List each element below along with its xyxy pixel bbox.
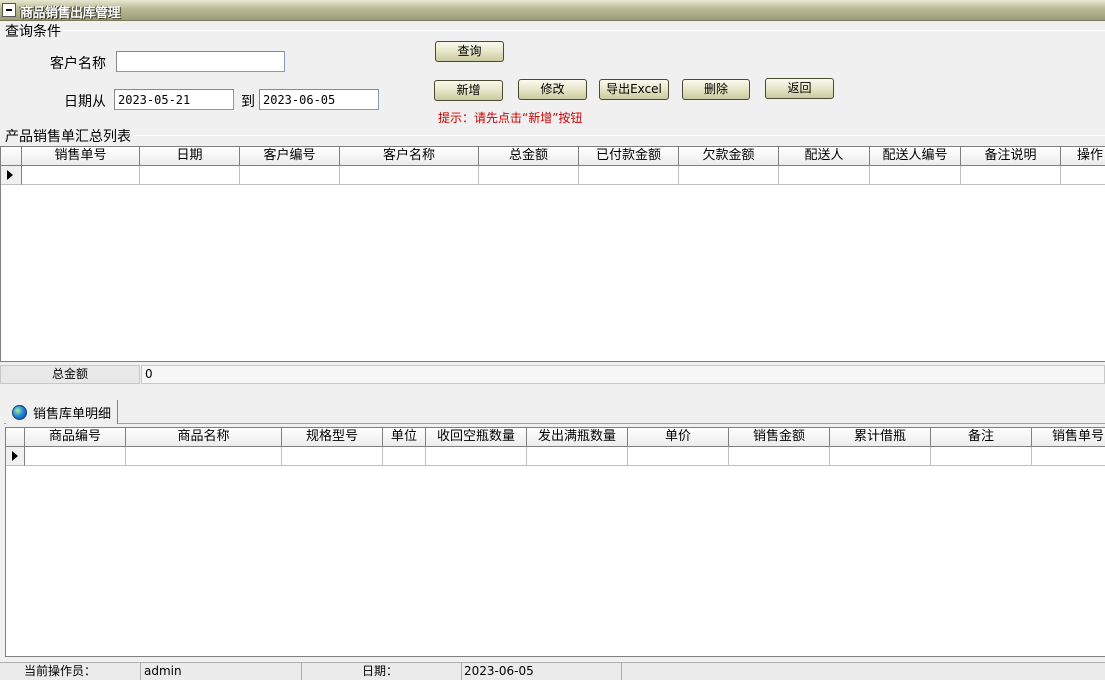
export-excel-button[interactable]: 导出Excel <box>599 79 669 100</box>
column-header[interactable]: 单位 <box>383 428 426 447</box>
row-indicator <box>6 447 25 466</box>
table-cell[interactable] <box>1061 166 1105 185</box>
hint-text: 提示：请先点击“新增”按钮 <box>438 111 583 125</box>
customer-name-input[interactable] <box>116 51 285 72</box>
delete-button[interactable]: 删除 <box>682 79 750 100</box>
table-cell[interactable] <box>729 447 830 466</box>
query-group-title: 查询条件 <box>5 21 63 41</box>
column-header[interactable]: 客户名称 <box>340 147 479 166</box>
column-header[interactable]: 销售金额 <box>729 428 830 447</box>
table-cell[interactable] <box>383 447 426 466</box>
summary-group-title: 产品销售单汇总列表 <box>5 126 133 146</box>
table-row[interactable] <box>1 166 1105 185</box>
table-cell[interactable] <box>140 166 240 185</box>
column-header[interactable]: 备注 <box>931 428 1032 447</box>
table-cell[interactable] <box>22 166 140 185</box>
table-cell[interactable] <box>240 166 340 185</box>
table-cell[interactable] <box>340 166 479 185</box>
column-header[interactable]: 备注说明 <box>961 147 1061 166</box>
table-cell[interactable] <box>25 447 126 466</box>
status-spacer <box>622 663 1105 680</box>
column-header[interactable]: 商品编号 <box>25 428 126 447</box>
table-cell[interactable] <box>961 166 1061 185</box>
table-cell[interactable] <box>426 447 527 466</box>
operator-label: 当前操作员： <box>0 663 141 680</box>
column-header[interactable]: 销售单号 <box>22 147 140 166</box>
table-cell[interactable] <box>628 447 729 466</box>
status-date-value: 2023-06-05 <box>462 663 622 680</box>
detail-grid-corner <box>6 428 25 447</box>
table-row[interactable] <box>6 447 1105 466</box>
detail-tabstrip: 销售库单明细 <box>4 400 1105 424</box>
date-from-input[interactable] <box>114 89 234 110</box>
date-from-label: 日期从 <box>64 94 106 110</box>
total-amount-label: 总金额 <box>0 365 140 384</box>
title-bar: 商品销售出库管理 <box>0 0 1105 21</box>
detail-grid-header: 商品编号 商品名称 规格型号 单位 收回空瓶数量 发出满瓶数量 单价 销售金额 … <box>6 428 1105 447</box>
column-header[interactable]: 客户编号 <box>240 147 340 166</box>
query-group-border <box>62 30 1105 31</box>
column-header[interactable]: 配送人 <box>779 147 870 166</box>
tab-label: 销售库单明细 <box>33 406 112 422</box>
column-header[interactable]: 发出满瓶数量 <box>527 428 628 447</box>
table-cell[interactable] <box>579 166 679 185</box>
operator-value: admin <box>141 663 302 680</box>
column-header[interactable]: 商品名称 <box>126 428 282 447</box>
table-cell[interactable] <box>679 166 779 185</box>
table-cell[interactable] <box>830 447 931 466</box>
column-header[interactable]: 收回空瓶数量 <box>426 428 527 447</box>
table-cell[interactable] <box>126 447 282 466</box>
query-button[interactable]: 查询 <box>435 41 504 62</box>
status-bar: 当前操作员： admin 日期： 2023-06-05 <box>0 662 1105 680</box>
date-to-label: 到 <box>241 94 255 110</box>
table-cell[interactable] <box>931 447 1032 466</box>
table-cell[interactable] <box>870 166 961 185</box>
column-header[interactable]: 已付款金额 <box>579 147 679 166</box>
edit-button[interactable]: 修改 <box>518 79 587 100</box>
status-date-label: 日期： <box>302 663 462 680</box>
date-to-input[interactable] <box>259 89 379 110</box>
total-amount-value: 0 <box>141 365 1105 384</box>
table-cell[interactable] <box>479 166 579 185</box>
tab-sales-detail[interactable]: 销售库单明细 <box>6 400 119 424</box>
current-row-arrow-icon <box>12 451 18 461</box>
summary-grid-corner <box>1 147 22 166</box>
table-cell[interactable] <box>779 166 870 185</box>
detail-grid[interactable]: 商品编号 商品名称 规格型号 单位 收回空瓶数量 发出满瓶数量 单价 销售金额 … <box>5 427 1105 657</box>
column-header[interactable]: 单价 <box>628 428 729 447</box>
globe-icon <box>12 404 27 420</box>
customer-name-label: 客户名称 <box>50 56 106 72</box>
table-cell[interactable] <box>527 447 628 466</box>
column-header[interactable]: 总金额 <box>479 147 579 166</box>
column-header[interactable]: 欠款金额 <box>679 147 779 166</box>
column-header[interactable]: 规格型号 <box>282 428 383 447</box>
summary-grid-header: 销售单号 日期 客户编号 客户名称 总金额 已付款金额 欠款金额 配送人 配送人… <box>1 147 1105 166</box>
table-cell[interactable] <box>1032 447 1105 466</box>
column-header[interactable]: 销售单号 <box>1032 428 1105 447</box>
summary-grid[interactable]: 销售单号 日期 客户编号 客户名称 总金额 已付款金额 欠款金额 配送人 配送人… <box>0 146 1105 362</box>
column-header[interactable]: 累计借瓶 <box>830 428 931 447</box>
column-header[interactable]: 日期 <box>140 147 240 166</box>
column-header[interactable]: 配送人编号 <box>870 147 961 166</box>
summary-group-border <box>132 135 1105 136</box>
back-button[interactable]: 返回 <box>765 78 834 99</box>
column-header[interactable]: 操作 <box>1061 147 1105 166</box>
window-title: 商品销售出库管理 <box>20 6 121 21</box>
window-minimize-icon[interactable] <box>2 3 16 17</box>
add-button[interactable]: 新增 <box>434 80 503 101</box>
row-indicator <box>1 166 22 185</box>
table-cell[interactable] <box>282 447 383 466</box>
current-row-arrow-icon <box>7 170 13 180</box>
